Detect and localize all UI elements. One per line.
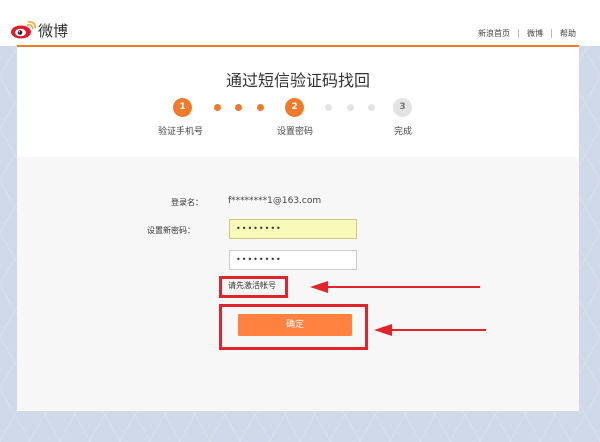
annotation-arrow-hint bbox=[310, 281, 480, 293]
annotation-arrow-button bbox=[374, 324, 486, 336]
annotation-arrows bbox=[310, 281, 486, 336]
